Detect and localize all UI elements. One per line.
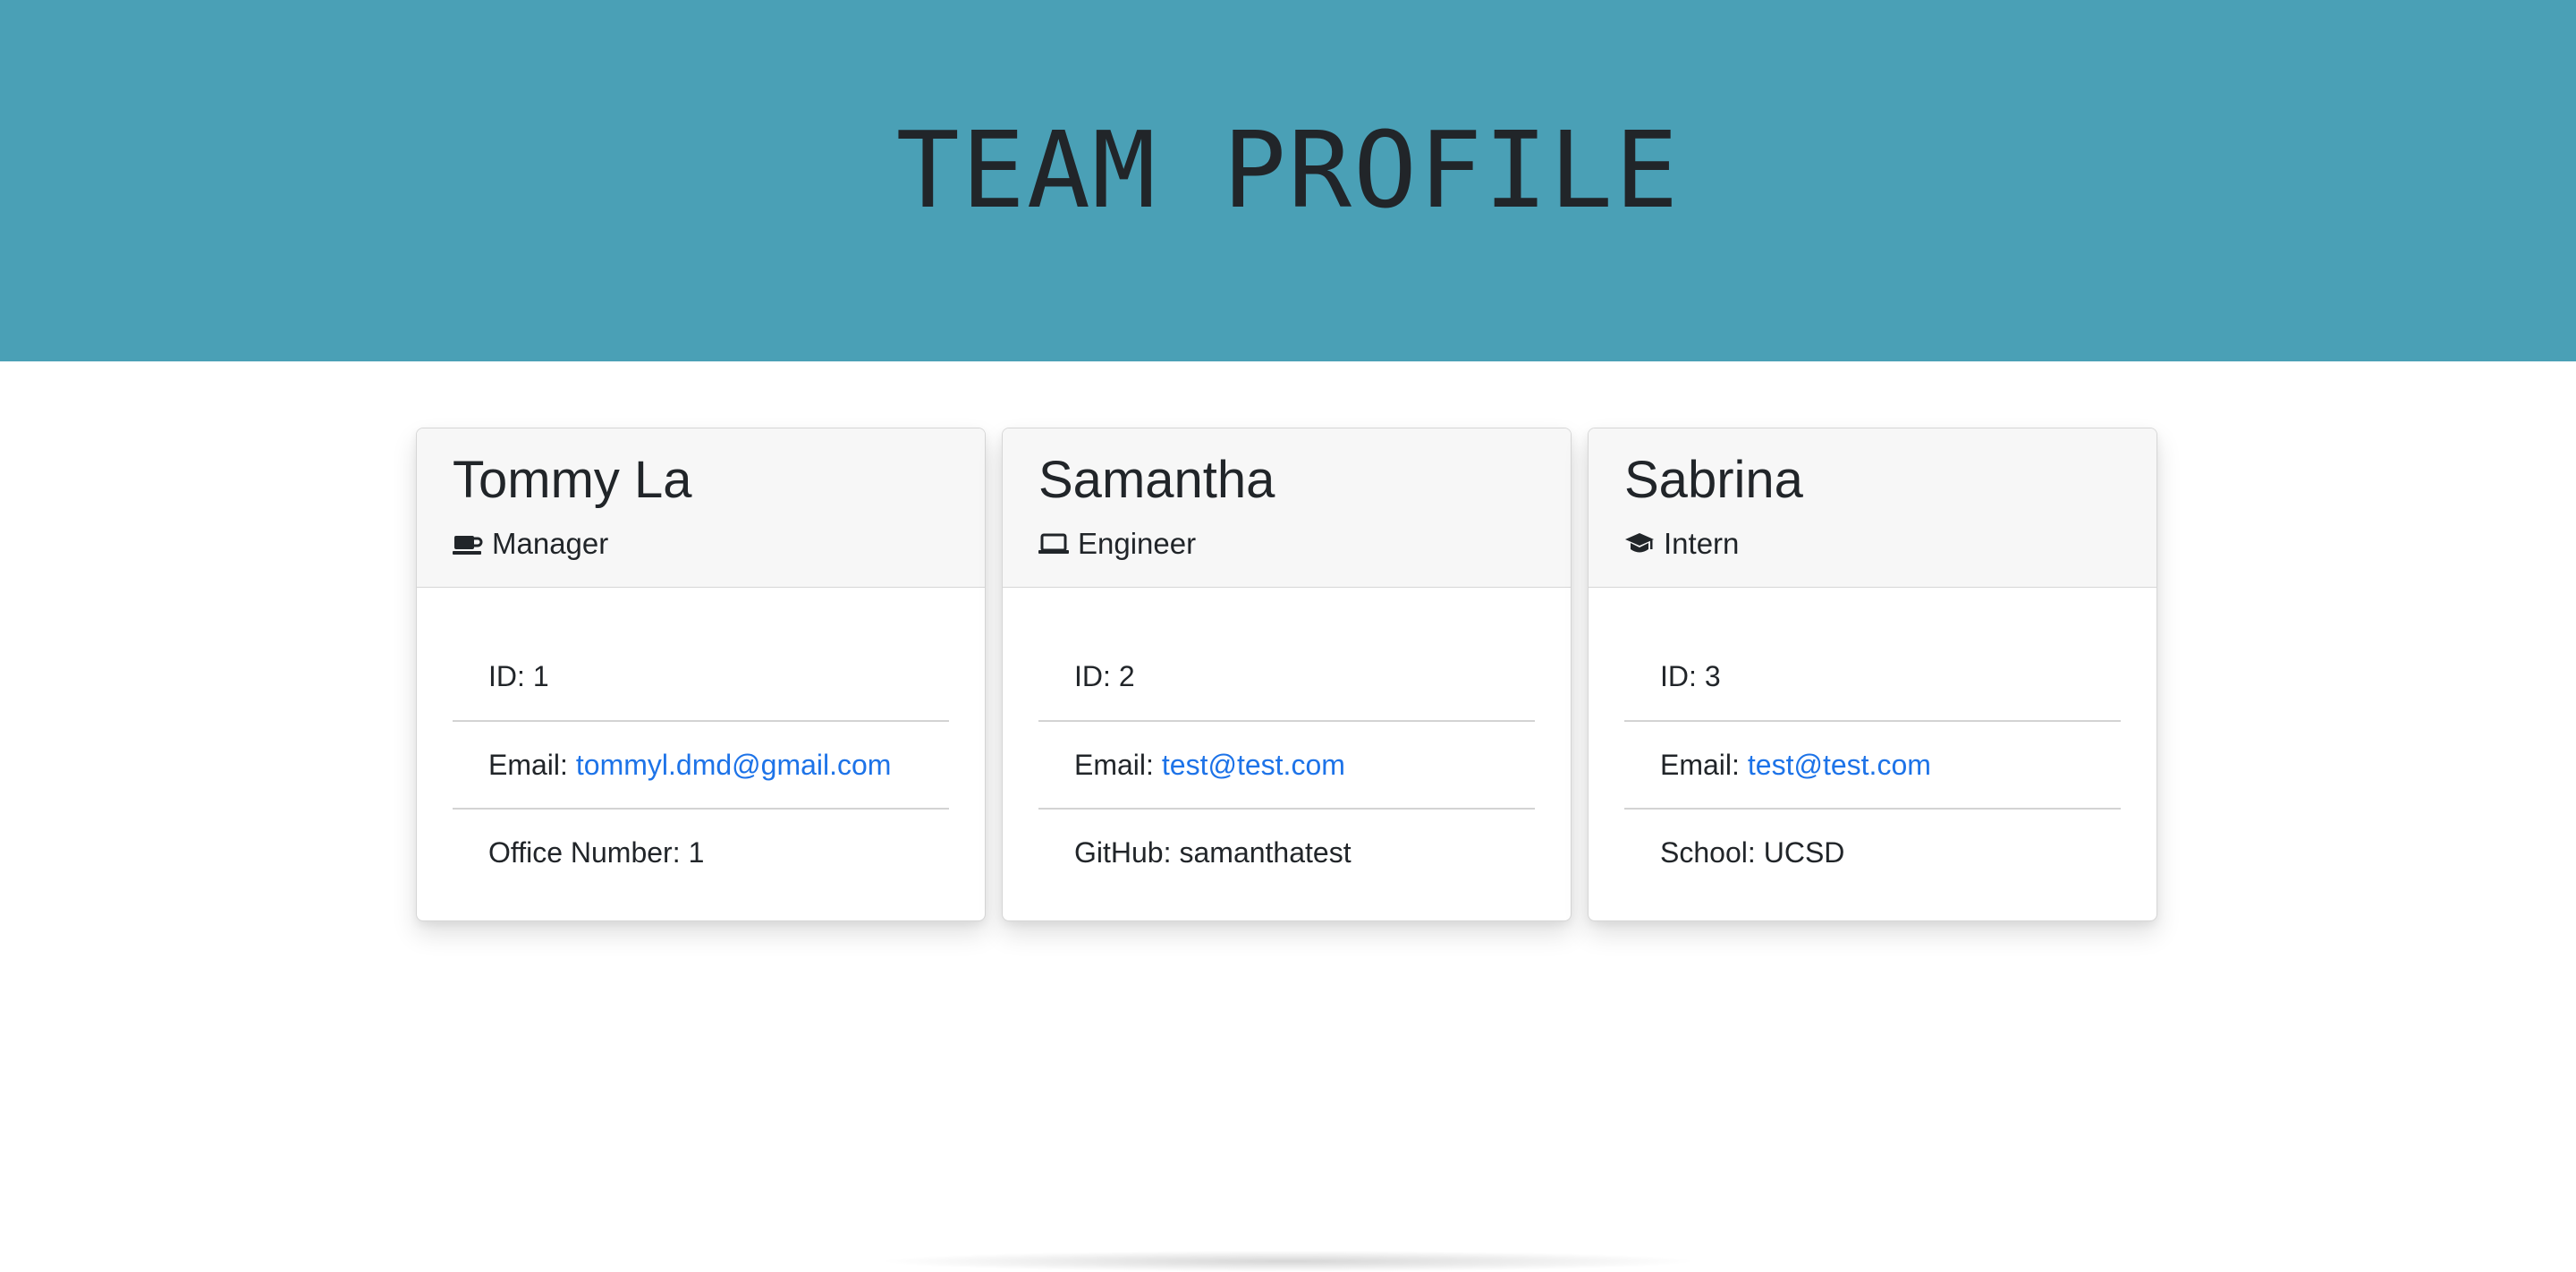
email-link[interactable]: tommyl.dmd@gmail.com bbox=[576, 749, 892, 782]
page-title: TEAM PROFILE bbox=[895, 108, 1681, 232]
detail-label: ID: bbox=[1660, 659, 1697, 692]
detail-label: Email: bbox=[1660, 748, 1740, 781]
employee-role: Intern bbox=[1624, 527, 2121, 561]
employee-name: Sabrina bbox=[1624, 451, 1803, 509]
list-item-github: GitHub: samanthatest bbox=[1038, 808, 1535, 895]
card-body: ID: 2 Email: test@test.com GitHub: saman… bbox=[1003, 588, 1571, 895]
detail-value: samanthatest bbox=[1179, 835, 1352, 869]
email-link[interactable]: test@test.com bbox=[1748, 749, 1931, 782]
coffee-icon bbox=[453, 530, 483, 557]
detail-label: Office Number: bbox=[488, 835, 681, 869]
team-cards: Tommy La Manager ID: 1 Email: tommyl.dmd… bbox=[416, 428, 2157, 921]
detail-value: 3 bbox=[1704, 659, 1721, 692]
list-item-school: School: UCSD bbox=[1624, 808, 2121, 895]
detail-value: 1 bbox=[532, 659, 549, 692]
employee-role: Manager bbox=[453, 527, 949, 561]
role-label: Manager bbox=[492, 526, 609, 560]
card-header: Sabrina Intern bbox=[1589, 428, 2157, 588]
employee-role: Engineer bbox=[1038, 527, 1535, 561]
employee-details: ID: 1 Email: tommyl.dmd@gmail.com Office… bbox=[453, 632, 949, 895]
employee-name: Samantha bbox=[1038, 451, 1275, 509]
graduation-cap-icon bbox=[1624, 530, 1655, 557]
role-label: Intern bbox=[1664, 526, 1740, 560]
detail-value: 2 bbox=[1118, 659, 1135, 692]
list-item-email: Email: tommyl.dmd@gmail.com bbox=[453, 720, 949, 808]
employee-details: ID: 2 Email: test@test.com GitHub: saman… bbox=[1038, 632, 1535, 895]
detail-label: ID: bbox=[488, 659, 525, 692]
detail-label: Email: bbox=[1074, 748, 1154, 781]
detail-label: School: bbox=[1660, 835, 1756, 869]
list-item-email: Email: test@test.com bbox=[1038, 720, 1535, 808]
detail-label: Email: bbox=[488, 748, 568, 781]
bottom-shadow bbox=[877, 1251, 1699, 1272]
employee-name: Tommy La bbox=[453, 451, 692, 509]
list-item-id: ID: 1 bbox=[453, 632, 949, 720]
list-item-id: ID: 3 bbox=[1624, 632, 2121, 720]
employee-details: ID: 3 Email: test@test.com School: UCSD bbox=[1624, 632, 2121, 895]
page-header: TEAM PROFILE bbox=[0, 0, 2576, 361]
laptop-icon bbox=[1038, 530, 1069, 557]
employee-card-manager: Tommy La Manager ID: 1 Email: tommyl.dmd… bbox=[416, 428, 986, 921]
list-item-email: Email: test@test.com bbox=[1624, 720, 2121, 808]
employee-card-intern: Sabrina Intern ID: 3 Email: test@test.co… bbox=[1588, 428, 2157, 921]
card-header: Samantha Engineer bbox=[1003, 428, 1571, 588]
card-body: ID: 1 Email: tommyl.dmd@gmail.com Office… bbox=[417, 588, 985, 895]
employee-card-engineer: Samantha Engineer ID: 2 Email: test@test… bbox=[1002, 428, 1572, 921]
card-body: ID: 3 Email: test@test.com School: UCSD bbox=[1589, 588, 2157, 895]
role-label: Engineer bbox=[1078, 526, 1197, 560]
card-header: Tommy La Manager bbox=[417, 428, 985, 588]
detail-label: GitHub: bbox=[1074, 835, 1172, 869]
email-link[interactable]: test@test.com bbox=[1162, 749, 1345, 782]
list-item-office-number: Office Number: 1 bbox=[453, 808, 949, 895]
detail-value: UCSD bbox=[1763, 835, 1845, 869]
detail-label: ID: bbox=[1074, 659, 1111, 692]
detail-value: 1 bbox=[688, 835, 705, 869]
list-item-id: ID: 2 bbox=[1038, 632, 1535, 720]
